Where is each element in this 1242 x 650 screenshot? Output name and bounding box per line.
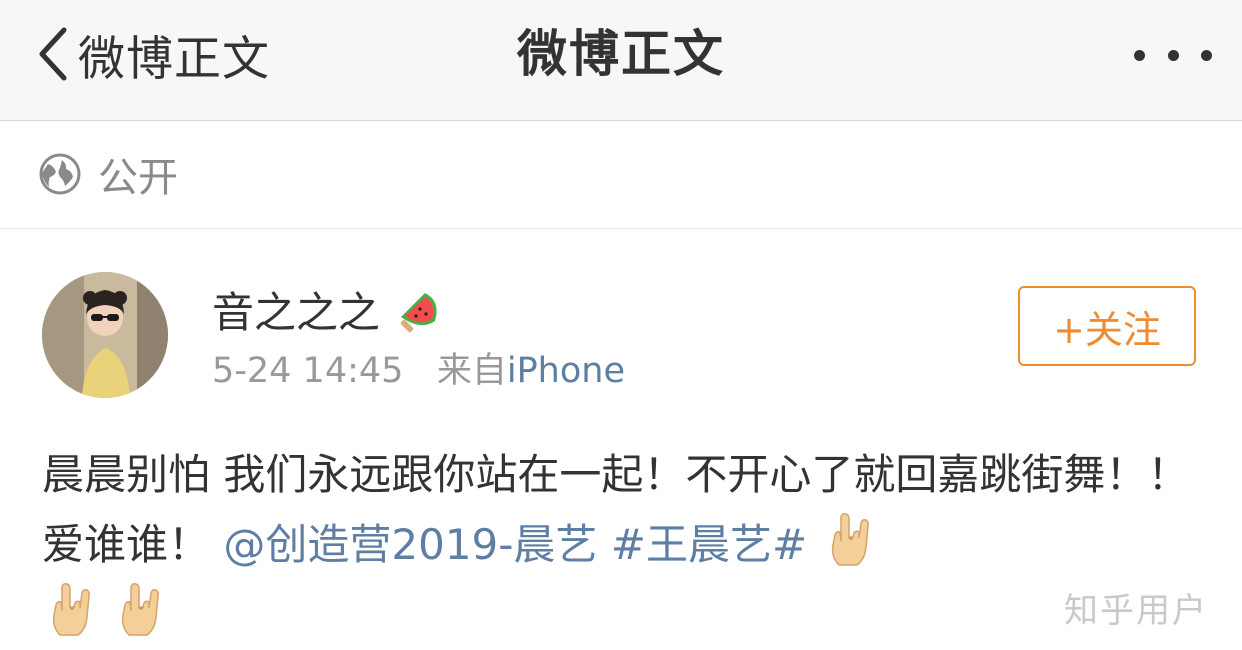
- avatar[interactable]: [42, 272, 168, 398]
- avatar-image: [42, 272, 168, 398]
- source-device[interactable]: iPhone: [507, 351, 625, 391]
- globe-icon: [39, 153, 81, 195]
- post-meta: 5-24 14:45 来自iPhone: [212, 349, 625, 393]
- rock-hand-icon: [831, 513, 869, 566]
- post-time: 5-24 14:45: [212, 351, 404, 391]
- page-title: 微博正文: [517, 25, 725, 83]
- follow-button[interactable]: +关注: [1018, 286, 1196, 366]
- visibility-label: 公开: [98, 155, 178, 201]
- username[interactable]: 音之之之: [212, 286, 380, 340]
- hashtag-link[interactable]: #王晨艺#: [611, 520, 807, 569]
- mention-link[interactable]: @创造营2019-晨艺: [223, 520, 597, 569]
- watermelon-popsicle-icon: [400, 293, 437, 333]
- watermark: 知乎用户: [1064, 591, 1208, 631]
- rock-hand-icon: [52, 583, 90, 636]
- source-prefix: 来自: [436, 351, 507, 391]
- post-text: 晨晨别怕 我们永远跟你站在一起！不开心了就回嘉跳街舞！！爱谁谁！ @创造营201…: [42, 440, 1202, 650]
- navigation-bar: 微博正文 微博正文: [0, 0, 1242, 121]
- visibility-row: [0, 121, 1242, 229]
- rock-hand-icon: [122, 583, 160, 636]
- more-dots-icon[interactable]: [1134, 44, 1212, 66]
